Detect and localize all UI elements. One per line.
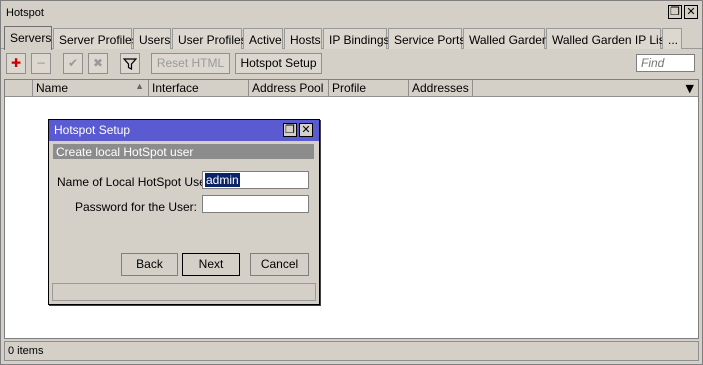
dialog-title-bar: Hotspot Setup ❐ ✕	[49, 120, 319, 141]
column-header-address-pool[interactable]: Address Pool	[249, 80, 329, 97]
column-menu-icon[interactable]: ▼	[686, 82, 694, 95]
close-window-icon[interactable]: ✕	[684, 5, 698, 19]
column-header-name-label: Name	[36, 81, 69, 95]
tab-service-ports[interactable]: Service Ports	[388, 28, 465, 49]
tab-hosts[interactable]: Hosts	[284, 28, 322, 49]
hotspot-setup-button[interactable]: Hotspot Setup	[235, 53, 322, 74]
username-label: Name of Local HotSpot User:	[57, 175, 214, 189]
sort-ascending-icon: ▲	[135, 81, 144, 91]
remove-icon[interactable]: −	[31, 53, 51, 74]
dialog-restore-icon[interactable]: ❐	[283, 123, 297, 137]
column-header-marker[interactable]	[5, 80, 33, 97]
column-header-addresses[interactable]: Addresses ...	[409, 80, 473, 97]
column-header-name[interactable]: Name ▲	[33, 80, 149, 97]
tab-walled-garden[interactable]: Walled Garden	[463, 28, 549, 49]
disable-icon[interactable]: ✖	[88, 53, 108, 74]
password-label: Password for the User:	[74, 200, 197, 214]
dialog-status-bar	[52, 283, 316, 301]
tab-user-profiles[interactable]: User Profiles	[172, 28, 247, 49]
tab-walled-garden-ip-list[interactable]: Walled Garden IP List	[546, 28, 668, 49]
tab-active[interactable]: Active	[243, 28, 283, 49]
back-button[interactable]: Back	[121, 253, 178, 276]
tab-users[interactable]: Users	[133, 28, 171, 49]
status-bar: 0 items	[4, 341, 699, 361]
enable-icon[interactable]: ✔	[63, 53, 83, 74]
cancel-button[interactable]: Cancel	[250, 253, 309, 276]
window-title: Hotspot	[6, 7, 44, 19]
username-value: admin	[205, 173, 240, 187]
filter-icon[interactable]	[120, 53, 140, 74]
restore-window-icon[interactable]: ❐	[668, 5, 682, 19]
toolbar: ✚ − ✔ ✖ Reset HTML Hotspot Setup	[1, 50, 702, 77]
column-header-profile[interactable]: Profile	[329, 80, 409, 97]
title-bar: Hotspot ❐ ✕	[1, 1, 702, 25]
find-input[interactable]	[636, 54, 695, 72]
next-button[interactable]: Next	[182, 253, 240, 276]
tab-ip-bindings[interactable]: IP Bindings	[323, 28, 390, 49]
item-count: 0 items	[8, 345, 44, 357]
add-icon[interactable]: ✚	[6, 53, 26, 74]
dialog-title: Hotspot Setup	[54, 123, 131, 137]
table-header: Name ▲ Interface Address Pool Profile Ad…	[5, 80, 698, 97]
tab-more[interactable]: ...	[662, 28, 682, 49]
tab-servers[interactable]: Servers	[4, 26, 52, 50]
dialog-close-icon[interactable]: ✕	[299, 123, 313, 137]
column-header-interface[interactable]: Interface	[149, 80, 249, 97]
dialog-step-title: Create local HotSpot user	[53, 144, 314, 159]
username-field[interactable]: admin	[202, 171, 309, 189]
password-field[interactable]	[202, 195, 309, 213]
tab-server-profiles[interactable]: Server Profiles	[53, 28, 138, 49]
reset-html-button[interactable]: Reset HTML	[151, 53, 230, 74]
hotspot-setup-dialog: Hotspot Setup ❐ ✕ Create local HotSpot u…	[48, 119, 320, 305]
funnel-icon	[122, 58, 138, 70]
tab-bar: Servers Server Profiles Users User Profi…	[1, 26, 702, 50]
